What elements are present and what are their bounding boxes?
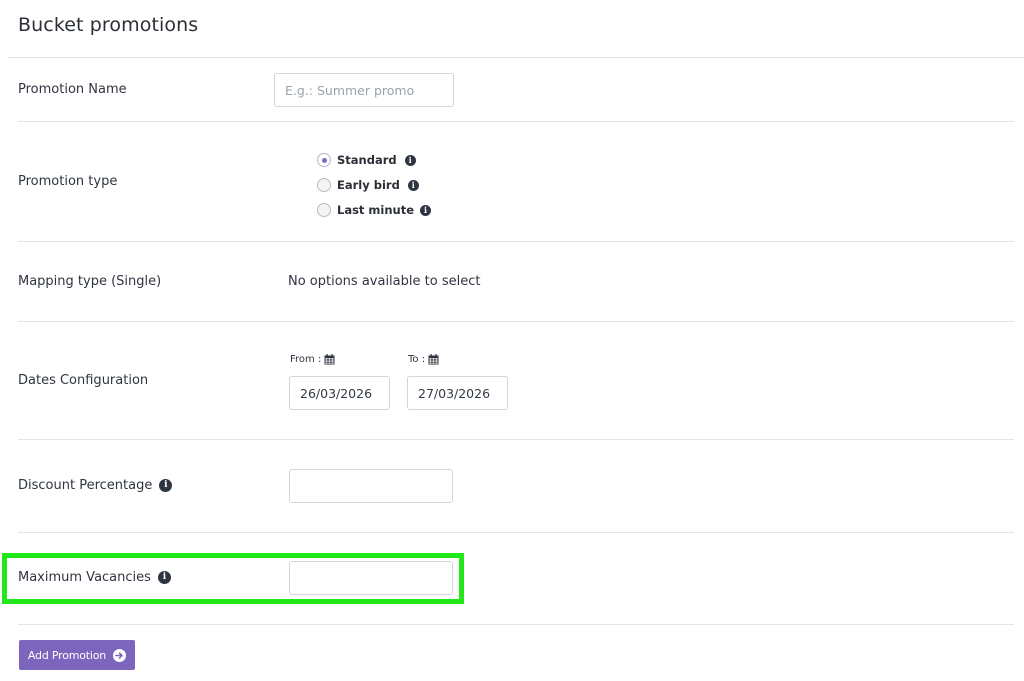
date-from-caption: From :	[290, 354, 335, 365]
maximum-vacancies-label: Maximum Vacancies i	[18, 570, 171, 585]
mapping-type-label: Mapping type (Single)	[18, 274, 161, 289]
radio-selected-dot	[321, 157, 327, 163]
row-divider	[18, 321, 1014, 322]
option-label-standard: Standard	[337, 153, 397, 167]
calendar-icon	[324, 354, 335, 365]
discount-percentage-label-text: Discount Percentage	[18, 478, 153, 493]
maximum-vacancies-input[interactable]	[289, 561, 453, 595]
title-divider	[8, 57, 1024, 58]
row-divider	[18, 121, 1014, 122]
arrow-right-icon	[115, 651, 123, 659]
row-divider	[18, 624, 1014, 625]
discount-percentage-label: Discount Percentage i	[18, 478, 173, 493]
date-to-label: To :	[408, 354, 426, 365]
add-promotion-button[interactable]: Add Promotion	[19, 640, 135, 670]
calendar-icon	[428, 354, 439, 365]
row-divider	[18, 532, 1014, 533]
option-label-early-bird: Early bird	[337, 178, 400, 192]
page-title: Bucket promotions	[18, 14, 199, 36]
promotion-name-input[interactable]	[274, 73, 454, 107]
info-icon[interactable]: i	[157, 571, 171, 584]
radio-standard[interactable]	[317, 153, 331, 167]
discount-percentage-input[interactable]	[289, 469, 453, 503]
mapping-type-empty-message: No options available to select	[288, 274, 481, 289]
maximum-vacancies-label-text: Maximum Vacancies	[18, 570, 151, 585]
info-icon[interactable]: i	[407, 179, 419, 191]
promotion-type-label-text: Promotion type	[18, 174, 118, 189]
info-icon[interactable]: i	[420, 204, 432, 216]
date-from-input[interactable]	[289, 376, 390, 410]
dates-configuration-label: Dates Configuration	[18, 373, 148, 388]
date-to-input[interactable]	[407, 376, 508, 410]
bucket-promotions-page: Bucket promotions Promotion Name Promoti…	[0, 0, 1024, 681]
radio-last-minute[interactable]	[317, 203, 331, 217]
info-icon[interactable]: i	[404, 154, 416, 166]
info-icon[interactable]: i	[159, 479, 173, 492]
add-promotion-button-label: Add Promotion	[27, 648, 107, 662]
row-divider	[18, 439, 1014, 440]
radio-early-bird[interactable]	[317, 178, 331, 192]
mapping-type-label-text: Mapping type (Single)	[18, 274, 162, 289]
dates-configuration-label-text: Dates Configuration	[18, 373, 149, 388]
option-label-last-minute: Last minute	[337, 203, 415, 217]
promotion-name-label: Promotion Name	[18, 82, 127, 97]
promotion-type-option-standard[interactable]: Standard i	[317, 153, 416, 167]
promotion-type-option-last-minute[interactable]: Last minute i	[317, 203, 432, 217]
row-divider	[18, 241, 1014, 242]
arrow-right-circle-icon	[113, 648, 127, 662]
promotion-name-label-text: Promotion Name	[18, 82, 127, 97]
date-from-label: From :	[290, 354, 322, 365]
promotion-type-option-early-bird[interactable]: Early bird i	[317, 178, 419, 192]
date-to-caption: To :	[408, 354, 439, 365]
promotion-type-label: Promotion type	[18, 174, 117, 189]
